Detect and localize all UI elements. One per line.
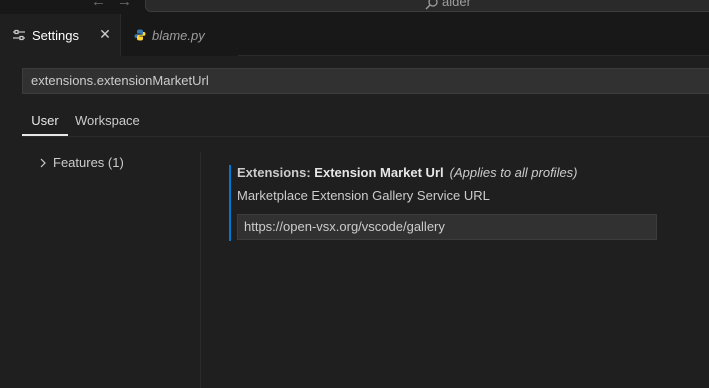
setting-scope-note: (Applies to all profiles) — [449, 165, 578, 180]
tab-blame-py[interactable]: blame.py — [120, 14, 238, 56]
settings-icon — [13, 29, 25, 41]
settings-search-input[interactable]: extensions.extensionMarketUrl — [22, 68, 709, 94]
python-icon — [134, 29, 146, 41]
active-tab-indicator — [22, 134, 68, 136]
tab-workspace[interactable]: Workspace — [75, 113, 140, 129]
setting-item: Extensions: Extension Market Url (Applies… — [229, 165, 709, 241]
setting-category: Extensions: — [237, 165, 315, 180]
search-icon — [425, 0, 438, 10]
setting-description: Marketplace Extension Gallery Service UR… — [237, 188, 490, 203]
arrow-left-icon[interactable]: ← — [91, 0, 106, 10]
focus-indicator — [229, 165, 231, 241]
tab-label: Settings — [32, 27, 79, 43]
setting-title: Extensions: Extension Market Url (Applies… — [237, 165, 578, 181]
close-icon[interactable]: ✕ — [98, 27, 112, 41]
arrow-right-icon[interactable]: → — [117, 0, 132, 10]
scope-tabs: User Workspace — [22, 105, 709, 137]
setting-value-input[interactable]: https://open-vsx.org/vscode/gallery — [237, 214, 657, 240]
divider — [200, 152, 201, 388]
tab-settings[interactable]: Settings ✕ — [0, 14, 120, 56]
command-center-text: alder — [442, 0, 471, 9]
editor-tab-bar: Settings ✕ blame.py — [0, 14, 709, 56]
chevron-right-icon — [40, 158, 46, 167]
tab-user[interactable]: User — [22, 113, 68, 129]
tab-label: blame.py — [152, 27, 205, 43]
title-bar: ← → alder — [0, 0, 709, 14]
setting-name: Extension Market Url — [314, 165, 444, 180]
command-center-search[interactable]: alder — [145, 0, 709, 12]
toc-label: Features (1) — [53, 155, 124, 170]
toc-item-features[interactable]: Features (1) — [38, 155, 124, 170]
